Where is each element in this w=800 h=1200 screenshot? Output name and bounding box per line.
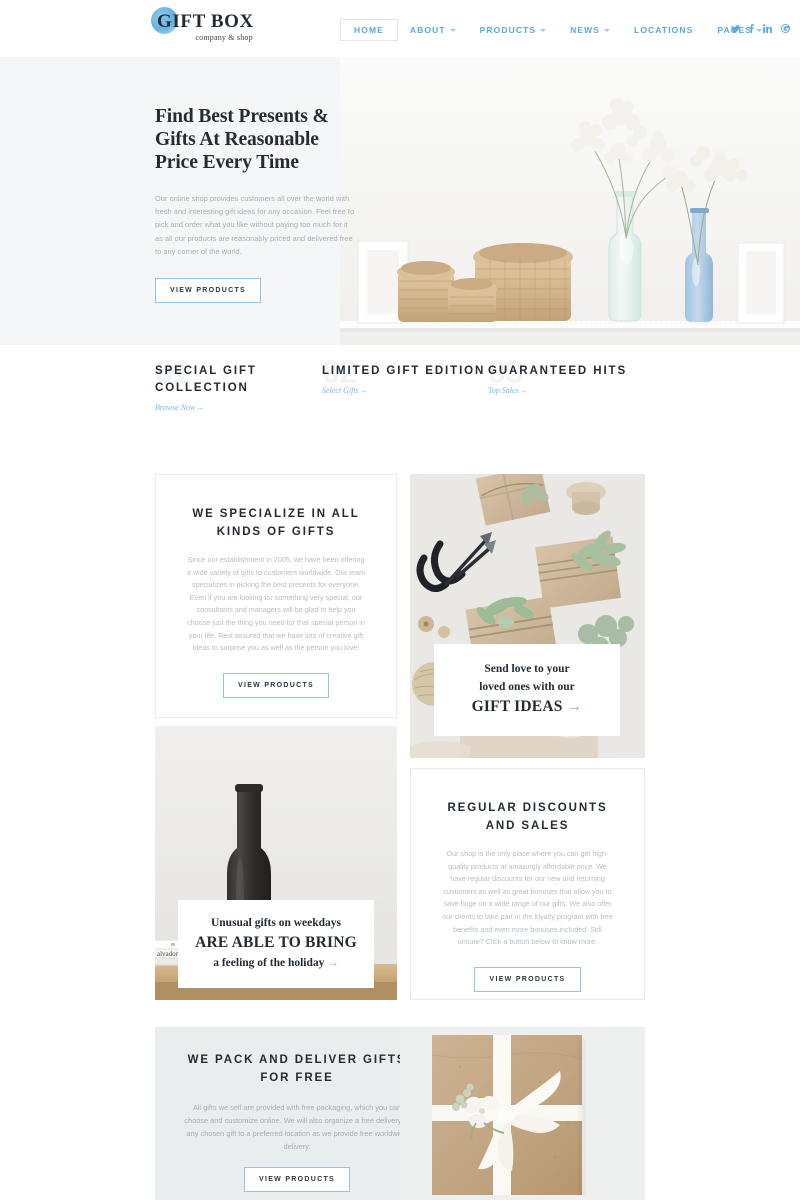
nav-item-products-label: PRODUCTS <box>479 25 537 35</box>
discounts-view-products-button[interactable]: VIEW PRODUCTS <box>474 966 581 992</box>
gift-ideas-line-3-label: GIFT IDEAS <box>471 698 563 715</box>
feature-title-3: GUARANTEED HITS <box>488 365 628 377</box>
nav-item-home-label: HOME <box>354 25 384 35</box>
arrow-right-icon: → <box>195 403 204 412</box>
feature-title-2: LIMITED GIFT EDITION <box>322 365 486 377</box>
delivery-view-products-button[interactable]: VIEW PRODUCTS <box>243 1167 350 1192</box>
feature-link-1[interactable]: Browse Now → <box>155 403 204 412</box>
arrow-right-icon: → <box>327 957 339 969</box>
arrow-right-icon: → <box>518 386 528 395</box>
gift-ideas-line-2: loved ones with our <box>479 681 575 693</box>
nav-item-about[interactable]: ABOUT <box>398 19 468 41</box>
delivery-banner-image <box>400 1027 645 1200</box>
holiday-line-3-label: a feeling of the holiday <box>213 957 325 969</box>
holiday-line-3[interactable]: a feeling of the holiday → <box>188 954 364 972</box>
delivery-banner-button-wrap: VIEW PRODUCTS <box>177 1167 417 1192</box>
nav-item-locations[interactable]: LOCATIONS <box>622 19 705 41</box>
specialize-button-wrap: VIEW PRODUCTS <box>178 672 374 698</box>
gift-ideas-photo: Send love to your loved ones with our GI… <box>410 474 645 758</box>
delivery-banner: WE PACK AND DELIVER GIFTS FOR FREE All g… <box>155 1027 645 1200</box>
feature-link-2[interactable]: Select Gifts → <box>322 386 368 395</box>
gift-ideas-overlay-card: Send love to your loved ones with our GI… <box>434 644 620 736</box>
holiday-line-1: Unusual gifts on weekdays <box>210 917 342 929</box>
hero-view-products-button[interactable]: VIEW PRODUCTS <box>155 278 262 304</box>
feature-link-2-label: Select Gifts <box>322 386 359 395</box>
facebook-icon[interactable] <box>749 24 754 35</box>
feature-link-3-label: Top Sales <box>488 386 519 395</box>
holiday-overlay-card: Unusual gifts on weekdays ARE ABLE TO BR… <box>178 900 374 988</box>
specialize-card: WE SPECIALIZE IN ALL KINDS OF GIFTS Sinc… <box>155 474 397 718</box>
specialize-text: Since our establishment in 2005, we have… <box>186 555 366 653</box>
social-links <box>731 24 790 35</box>
chevron-down-icon <box>449 28 456 32</box>
google-plus-icon[interactable] <box>781 24 790 35</box>
nav-item-news-label: NEWS <box>570 25 601 35</box>
hero-description: Our online shop provides customers all o… <box>155 194 355 256</box>
logo-tagline: company & shop <box>195 33 253 42</box>
hero-title: Find Best Presents & Gifts At Reasonable… <box>155 106 329 173</box>
feature-link-3[interactable]: Top Sales → <box>488 386 528 395</box>
chevron-down-icon <box>604 28 611 32</box>
gift-ideas-line-3[interactable]: GIFT IDEAS → <box>444 696 610 718</box>
specialize-view-products-button[interactable]: VIEW PRODUCTS <box>222 672 329 698</box>
delivery-banner-copy: WE PACK AND DELIVER GIFTS FOR FREE All g… <box>177 1051 417 1192</box>
feature-column-2: 02 LIMITED GIFT EDITION Select Gifts → <box>322 355 492 398</box>
main-navigation: HOME ABOUT PRODUCTS NEWS LOCATIONS PAGES <box>340 19 774 41</box>
site-header: GIFT BOX company & shop HOME ABOUT PRODU… <box>0 0 800 57</box>
logo-wordmark: GIFT BOX <box>151 7 254 34</box>
holiday-line-2: ARE ABLE TO BRING <box>195 934 357 951</box>
feature-column-3: 03 GUARANTEED HITS Top Sales → <box>488 355 658 398</box>
hero-copy: Find Best Presents & Gifts At Reasonable… <box>155 105 355 304</box>
twitter-icon[interactable] <box>731 24 740 35</box>
nav-item-about-label: ABOUT <box>409 25 446 35</box>
arrow-right-icon: → <box>358 386 368 395</box>
logo-main-text: GIFT BOX <box>157 11 254 32</box>
discounts-card: REGULAR DISCOUNTS AND SALES Our shop is … <box>410 768 645 1000</box>
nav-item-news[interactable]: NEWS <box>558 19 622 41</box>
discounts-text: Our shop is the only place where you can… <box>442 849 613 947</box>
discounts-button-wrap: VIEW PRODUCTS <box>433 966 622 992</box>
site-logo[interactable]: GIFT BOX company & shop <box>151 7 254 42</box>
feature-title-1: SPECIAL GIFT COLLECTION <box>155 365 257 394</box>
discounts-title: REGULAR DISCOUNTS AND SALES <box>447 802 608 832</box>
feature-column-1: 01 SPECIAL GIFT COLLECTION Browse Now → <box>155 355 325 415</box>
nav-item-products[interactable]: PRODUCTS <box>468 19 559 41</box>
svg-text:alvador: alvador <box>157 950 179 958</box>
delivery-banner-title: WE PACK AND DELIVER GIFTS FOR FREE <box>187 1054 407 1084</box>
hero-image <box>340 57 800 345</box>
hero-section: Find Best Presents & Gifts At Reasonable… <box>0 57 800 345</box>
gift-ideas-line-1: Send love to your <box>484 663 570 675</box>
feature-link-1-label: Browse Now <box>155 403 196 412</box>
specialize-title: WE SPECIALIZE IN ALL KINDS OF GIFTS <box>192 508 360 538</box>
arrow-right-icon: → <box>566 698 583 715</box>
delivery-banner-text: All gifts we sell are provided with free… <box>184 1103 410 1151</box>
holiday-photo: alvador Unusual gifts on weekdays ARE AB… <box>155 726 397 1000</box>
chevron-down-icon <box>540 28 547 32</box>
linkedin-icon[interactable] <box>763 24 772 35</box>
nav-item-home[interactable]: HOME <box>340 19 398 41</box>
feature-columns: 01 SPECIAL GIFT COLLECTION Browse Now → … <box>0 345 800 463</box>
nav-item-locations-label: LOCATIONS <box>634 25 694 35</box>
